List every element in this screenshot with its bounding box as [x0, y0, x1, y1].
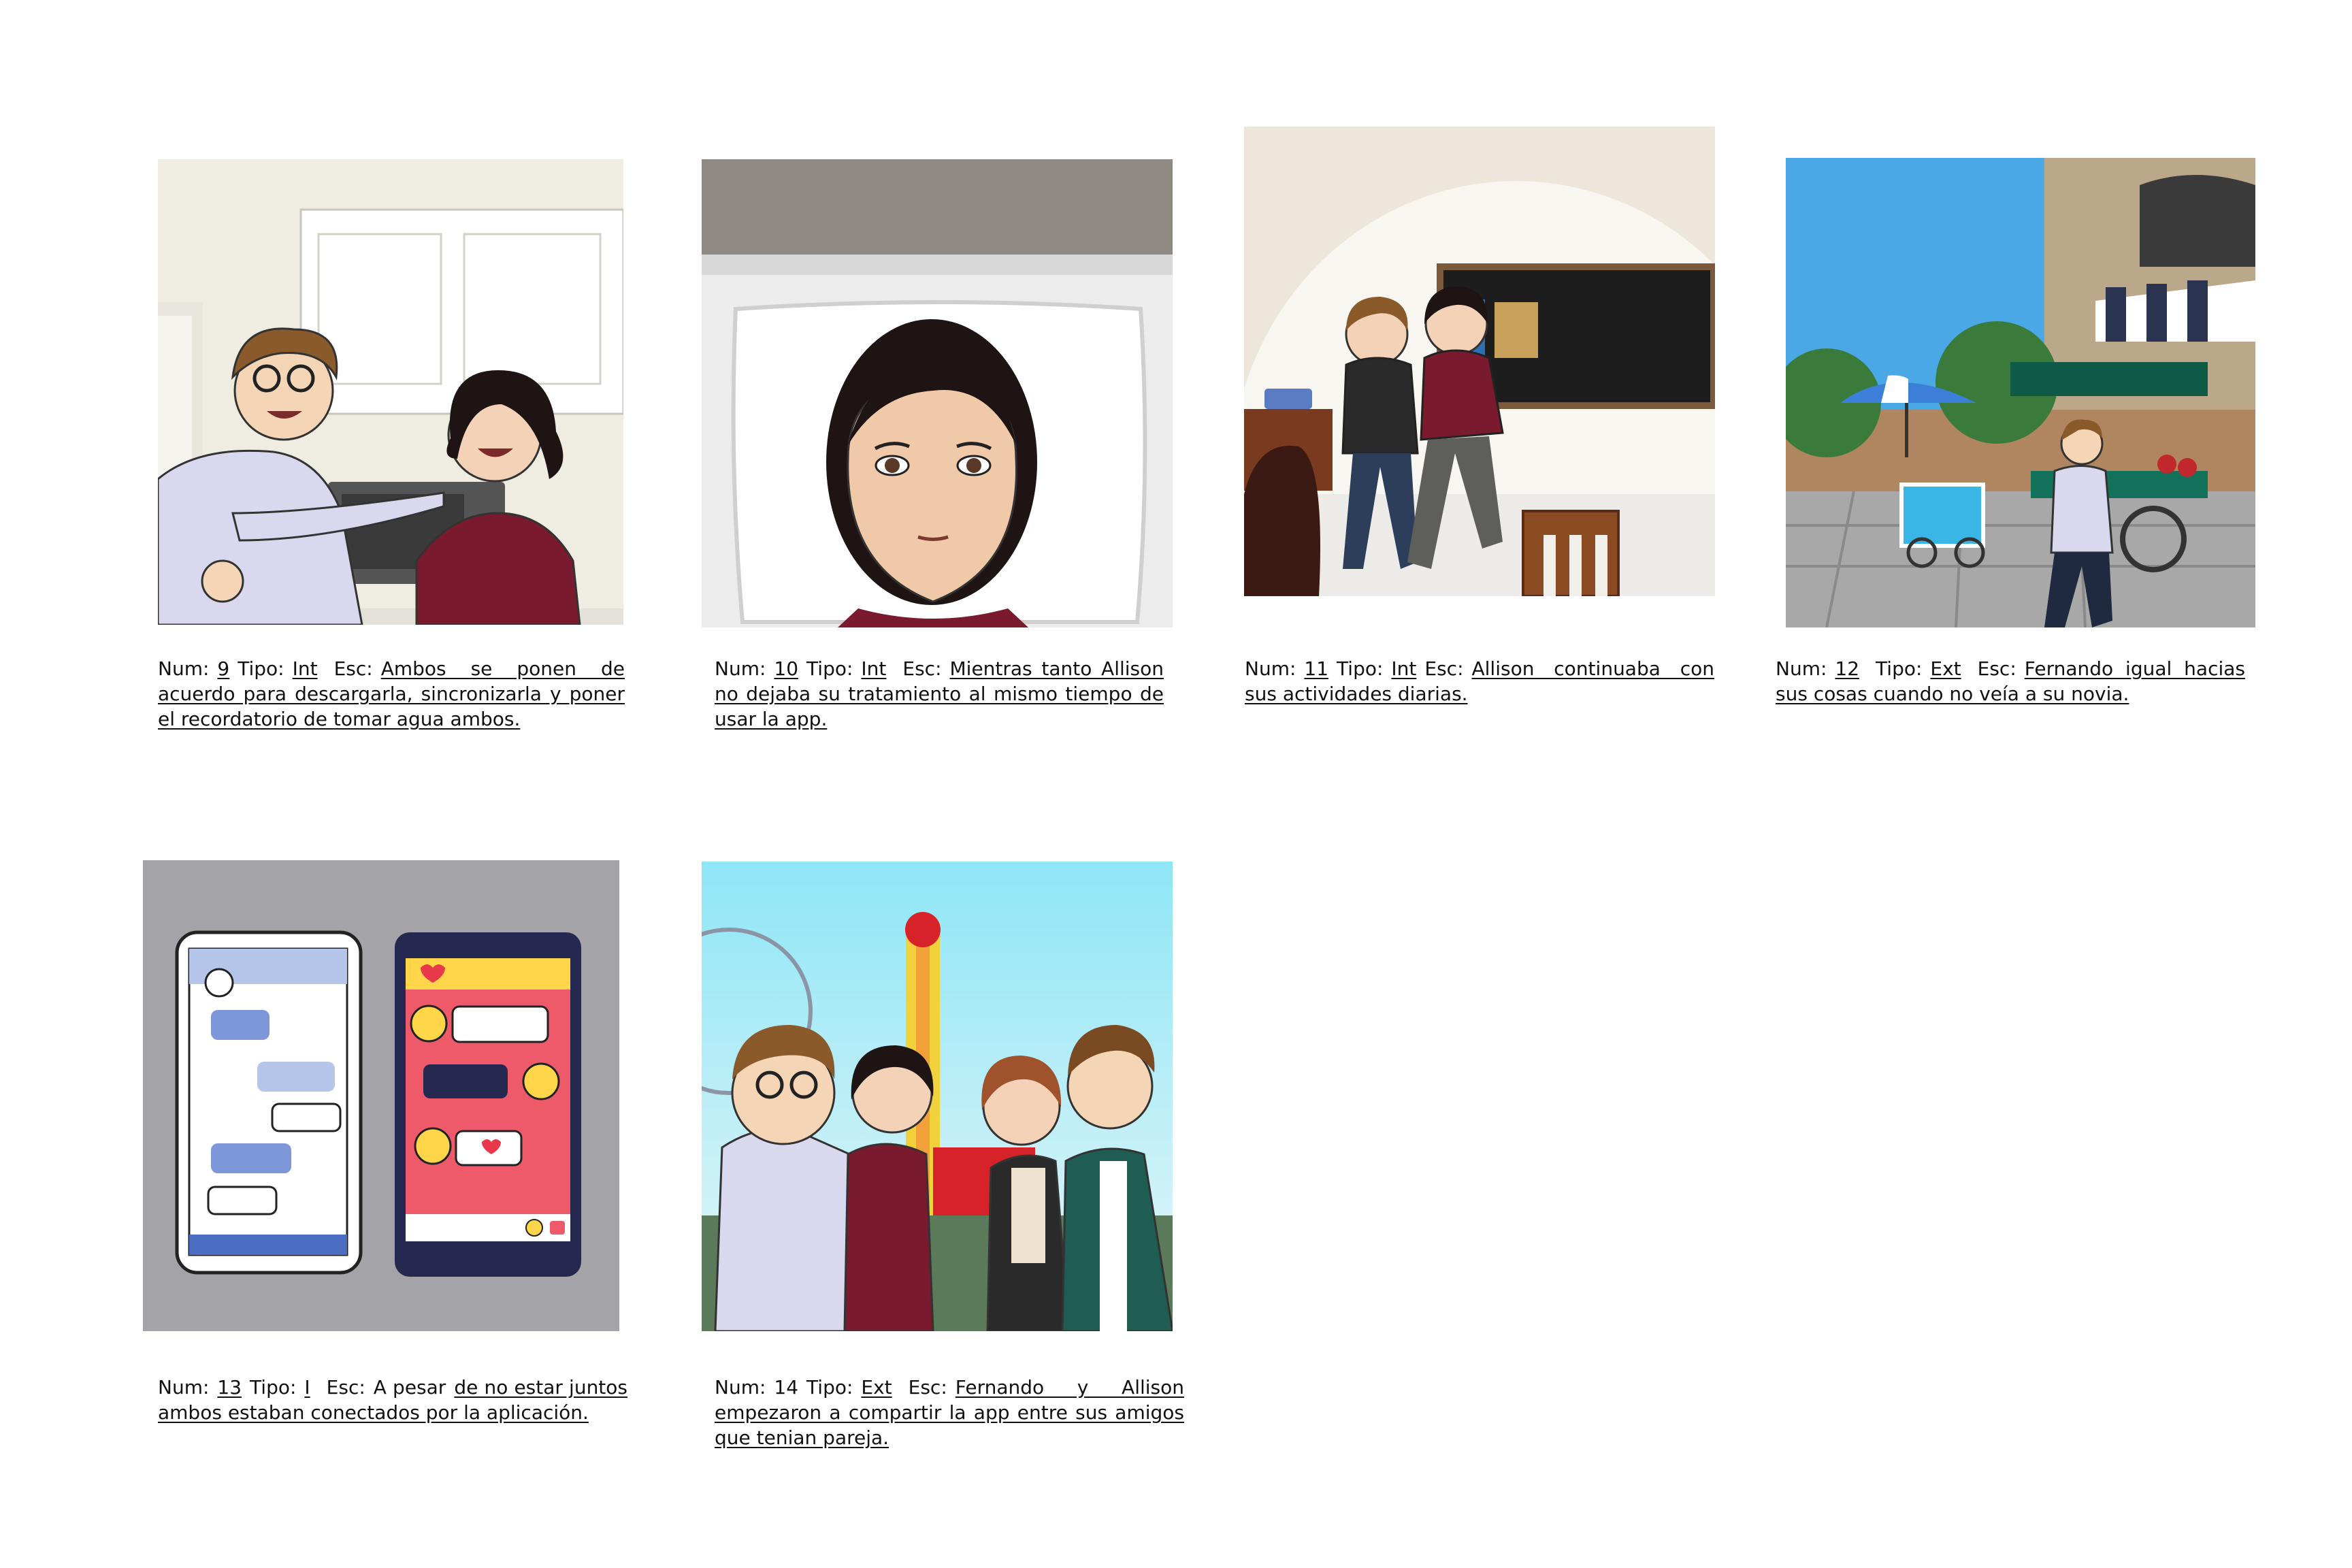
esc-label: Esc:	[902, 657, 942, 680]
num-label: Num:	[158, 657, 210, 680]
num-value: 13	[217, 1376, 242, 1399]
tipo-value: Ext	[861, 1376, 892, 1399]
num-value: 14	[774, 1376, 799, 1399]
tipo-label: Tipo:	[806, 1376, 853, 1399]
panel-11-image	[1244, 127, 1715, 596]
esc-label: Esc:	[908, 1376, 947, 1399]
caption-14: Num: 14 Tipo: Ext Esc: Fernando y Allison emp…	[715, 1375, 1184, 1450]
caption-13: Num: 13 Tipo: I Esc: A pesar de no estar junto…	[158, 1375, 627, 1425]
panel-12-image	[1786, 158, 2255, 627]
tipo-value: I	[304, 1376, 310, 1399]
esc-label: Esc:	[1977, 657, 2016, 680]
panel-10-image	[702, 159, 1173, 627]
panel-14-image	[702, 862, 1173, 1331]
num-label: Num:	[158, 1376, 210, 1399]
caption-9: Num: 9 Tipo: Int Esc: Ambos se ponen de acuer…	[158, 656, 625, 732]
num-label: Num:	[715, 657, 766, 680]
tipo-label: Tipo:	[238, 657, 284, 680]
caption-11: Num: 11 Tipo: Int Esc: Allison continuaba con…	[1245, 656, 1714, 706]
esc-text-plain: A pesar	[373, 1376, 446, 1399]
num-label: Num:	[715, 1376, 766, 1399]
num-value: 11	[1304, 657, 1329, 680]
caption-10: Num: 10 Tipo: Int Esc: Mientras tanto Allison…	[715, 656, 1164, 732]
esc-label: Esc:	[333, 657, 373, 680]
tipo-label: Tipo:	[1876, 657, 1923, 680]
tipo-label: Tipo:	[806, 657, 853, 680]
panel-9-image	[158, 159, 623, 625]
esc-label: Esc:	[326, 1376, 365, 1399]
num-value: 12	[1835, 657, 1860, 680]
num-value: 10	[774, 657, 799, 680]
num-label: Num:	[1776, 657, 1827, 680]
tipo-value: Int	[1391, 657, 1417, 680]
num-value: 9	[217, 657, 230, 680]
tipo-label: Tipo:	[1337, 657, 1384, 680]
tipo-value: Ext	[1930, 657, 1961, 680]
esc-label: Esc:	[1424, 657, 1464, 680]
num-label: Num:	[1245, 657, 1296, 680]
panel-13-image	[143, 860, 619, 1331]
tipo-label: Tipo:	[250, 1376, 297, 1399]
tipo-value: Int	[292, 657, 318, 680]
caption-12: Num: 12 Tipo: Ext Esc: Fernando igual hacias …	[1776, 656, 2245, 706]
tipo-value: Int	[861, 657, 887, 680]
